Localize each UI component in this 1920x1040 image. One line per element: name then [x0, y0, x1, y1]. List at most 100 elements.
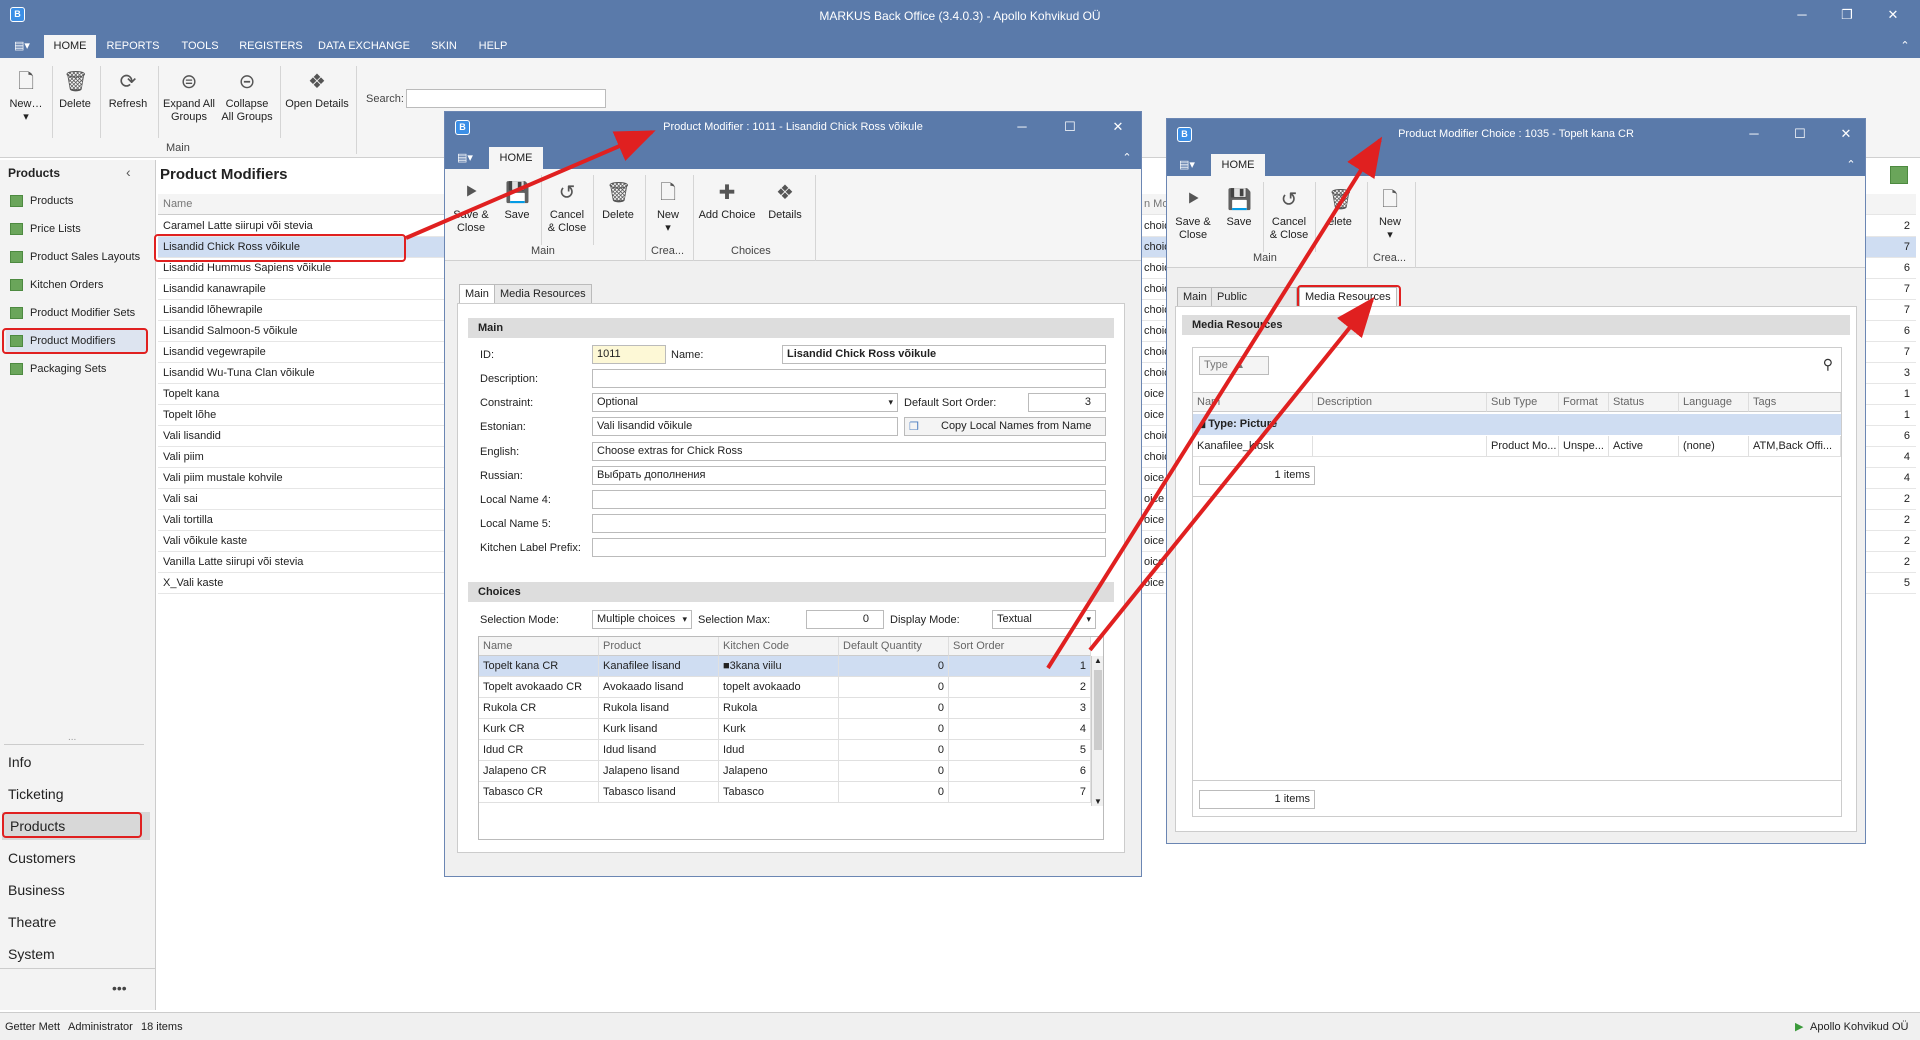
open-details-button[interactable]: ❖ Open Details: [284, 70, 350, 111]
choices-scrollbar[interactable]: ▲ ▼: [1091, 656, 1103, 806]
table-row[interactable]: Idud CR: [479, 740, 599, 761]
list-item[interactable]: Vali piim: [158, 447, 444, 468]
tab-home[interactable]: HOME: [44, 35, 96, 58]
close-icon[interactable]: ✕: [1884, 6, 1902, 24]
grid-settings-icon[interactable]: [1890, 166, 1908, 184]
maximize-icon[interactable]: ☐: [1061, 118, 1079, 136]
column-header[interactable]: Sub Type: [1487, 393, 1559, 412]
save-close-button[interactable]: ⯈ Save & Close: [1171, 188, 1215, 242]
scroll-up-icon[interactable]: ▲: [1092, 656, 1103, 665]
more-options-icon[interactable]: •••: [112, 980, 127, 996]
copy-local-names-button[interactable]: ❐ Copy Local Names from Name: [904, 417, 1106, 436]
list-item[interactable]: Lisandid Salmoon-5 võikule: [158, 321, 444, 342]
search-input[interactable]: [406, 89, 606, 108]
list-item[interactable]: Vali tortilla: [158, 510, 444, 531]
cancel-close-button[interactable]: ↺ Cancel & Close: [1265, 188, 1313, 242]
column-header[interactable]: Nam: [1193, 393, 1313, 412]
column-header[interactable]: Name: [479, 637, 599, 656]
tab-help[interactable]: HELP: [472, 35, 514, 58]
close-icon[interactable]: ✕: [1109, 118, 1127, 136]
module-customers[interactable]: Customers: [8, 850, 76, 866]
delete-button[interactable]: 🗑 Delete: [56, 70, 94, 111]
collapse-group-icon[interactable]: ◢: [1199, 420, 1205, 429]
delete-button[interactable]: 🗑 Delete: [595, 181, 641, 222]
scroll-down-icon[interactable]: ▼: [1092, 797, 1103, 806]
splitter-dots[interactable]: ...: [68, 732, 76, 743]
dialog-tab-home[interactable]: HOME: [1211, 154, 1265, 177]
nav-item-product-modifier-sets[interactable]: Product Modifier Sets: [6, 302, 135, 324]
default-sort-order-stepper[interactable]: 3: [1028, 393, 1106, 412]
ribbon-collapse-icon[interactable]: ⌃: [1119, 147, 1135, 170]
module-ticketing[interactable]: Ticketing: [8, 786, 64, 802]
refresh-button[interactable]: ⟳ Refresh: [104, 70, 152, 111]
local-name-4-field[interactable]: [592, 490, 1106, 509]
dialog-menu-icon[interactable]: ▤▾: [1175, 154, 1199, 177]
local-name-5-field[interactable]: [592, 514, 1106, 533]
description-field[interactable]: [592, 369, 1106, 388]
delete-button[interactable]: 🗑 elete: [1317, 188, 1363, 229]
dialog-menu-icon[interactable]: ▤▾: [453, 147, 477, 170]
save-close-button[interactable]: ⯈ Save & Close: [449, 181, 493, 235]
new-button[interactable]: 🗋 New… ▾: [4, 70, 48, 124]
tab-registers[interactable]: REGISTERS: [234, 35, 308, 58]
maximize-icon[interactable]: ☐: [1791, 125, 1809, 143]
english-field[interactable]: Choose extras for Chick Ross: [592, 442, 1106, 461]
module-info[interactable]: Info: [8, 754, 31, 770]
list-item[interactable]: X_Vali kaste: [158, 573, 444, 594]
minimize-icon[interactable]: ─: [1793, 6, 1811, 24]
ribbon-collapse-icon[interactable]: ⌃: [1843, 154, 1859, 177]
list-item[interactable]: Lisandid Wu-Tuna Clan võikule: [158, 363, 444, 384]
tab-main[interactable]: Main: [459, 284, 495, 304]
selection-mode-select[interactable]: Multiple choices ▾: [592, 610, 692, 629]
list-item[interactable]: Topelt kana: [158, 384, 444, 405]
details-button[interactable]: ❖ Details: [761, 181, 809, 222]
tab-media-resources[interactable]: Media Resources: [494, 284, 592, 304]
collapse-panel-icon[interactable]: ‹: [126, 164, 131, 180]
table-row[interactable]: Rukola CR: [479, 698, 599, 719]
name-field[interactable]: Lisandid Chick Ross võikule: [782, 345, 1106, 364]
nav-item-products[interactable]: Products: [6, 190, 73, 212]
cancel-close-button[interactable]: ↺ Cancel & Close: [543, 181, 591, 235]
tab-skin[interactable]: SKIN: [420, 35, 468, 58]
column-header[interactable]: Kitchen Code: [719, 637, 839, 656]
constraint-select[interactable]: Optional ▾: [592, 393, 898, 412]
table-row[interactable]: Jalapeno CR: [479, 761, 599, 782]
list-item[interactable]: Vali sai: [158, 489, 444, 510]
tab-public-description[interactable]: Public Descripn: [1211, 287, 1297, 307]
save-button[interactable]: 💾 Save: [497, 181, 537, 222]
module-system[interactable]: System: [8, 946, 55, 962]
save-button[interactable]: 💾 Save: [1219, 188, 1259, 229]
nav-item-kitchen-orders[interactable]: Kitchen Orders: [6, 274, 103, 296]
nav-item-packaging-sets[interactable]: Packaging Sets: [6, 358, 106, 380]
column-header[interactable]: Format: [1559, 393, 1609, 412]
nav-item-product-sales-layouts[interactable]: Product Sales Layouts: [6, 246, 140, 268]
column-header-name[interactable]: Name: [158, 194, 444, 215]
table-row[interactable]: Kurk CR: [479, 719, 599, 740]
column-header[interactable]: Language: [1679, 393, 1749, 412]
table-row[interactable]: Tabasco CR: [479, 782, 599, 803]
module-theatre[interactable]: Theatre: [8, 914, 56, 930]
table-row[interactable]: Topelt avokaado CR: [479, 677, 599, 698]
list-item[interactable]: Lisandid lõhewrapile: [158, 300, 444, 321]
new-button[interactable]: 🗋 New ▾: [1371, 188, 1409, 242]
id-field[interactable]: 1011: [592, 345, 666, 364]
display-mode-select[interactable]: Textual ▾: [992, 610, 1096, 629]
search-icon[interactable]: ⚲: [1823, 356, 1833, 373]
group-row[interactable]: ◢ Type: Picture: [1193, 414, 1841, 435]
restore-icon[interactable]: ❐: [1838, 6, 1856, 24]
tab-main[interactable]: Main: [1177, 287, 1213, 307]
list-item[interactable]: Topelt lõhe: [158, 405, 444, 426]
expand-all-groups-button[interactable]: ⊜ Expand All Groups: [160, 70, 218, 124]
list-item[interactable]: Lisandid vegewrapile: [158, 342, 444, 363]
column-header[interactable]: Status: [1609, 393, 1679, 412]
close-icon[interactable]: ✕: [1837, 125, 1855, 143]
list-item[interactable]: Vali võikule kaste: [158, 531, 444, 552]
list-item[interactable]: Lisandid kanawrapile: [158, 279, 444, 300]
app-menu-icon[interactable]: ▤▾: [8, 35, 36, 58]
column-header[interactable]: Sort Order: [949, 637, 1091, 656]
table-row[interactable]: Kanafilee_kiosk: [1193, 436, 1313, 457]
column-header[interactable]: Description: [1313, 393, 1487, 412]
russian-field[interactable]: Выбрать дополнения: [592, 466, 1106, 485]
dialog-tab-home[interactable]: HOME: [489, 147, 543, 170]
column-header[interactable]: Tags: [1749, 393, 1841, 412]
